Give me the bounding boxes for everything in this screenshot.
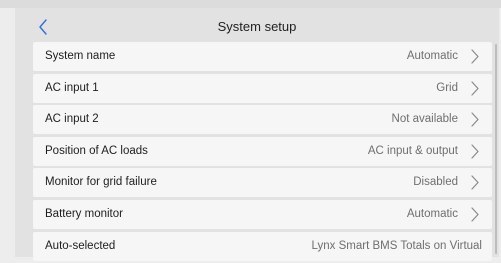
setting-row-battery-monitor[interactable]: Battery monitor Automatic bbox=[33, 199, 492, 229]
setting-label: Battery monitor bbox=[45, 207, 123, 220]
setting-value: Disabled bbox=[413, 176, 458, 189]
chevron-right-icon bbox=[471, 80, 479, 96]
chevron-right-icon bbox=[471, 144, 479, 159]
setting-row-system-name[interactable]: System name Automatic bbox=[33, 42, 492, 71]
page-title: System setup bbox=[217, 19, 297, 34]
chevron-right-icon bbox=[471, 175, 479, 190]
settings-list: System name Automatic AC input 1 Grid AC… bbox=[33, 42, 492, 263]
setting-value: Not available bbox=[391, 113, 458, 126]
setting-value: Automatic bbox=[406, 207, 458, 220]
setting-value: Grid bbox=[436, 81, 458, 94]
setting-row-ac-input-1[interactable]: AC input 1 Grid bbox=[33, 73, 492, 103]
scrollbar[interactable] bbox=[495, 44, 497, 254]
setting-label: Position of AC loads bbox=[45, 144, 148, 157]
setting-value: Lynx Smart BMS Totals on Virtual bbox=[311, 239, 482, 252]
setting-value: Automatic bbox=[406, 50, 458, 62]
setting-row-auto-selected: Auto-selected Lynx Smart BMS Totals on V… bbox=[33, 231, 492, 261]
setting-value: AC input & output bbox=[367, 144, 458, 157]
setting-label: System name bbox=[45, 50, 116, 62]
setting-row-ac-input-2[interactable]: AC input 2 Not available bbox=[33, 105, 492, 135]
setting-label: AC input 2 bbox=[45, 113, 99, 126]
back-button[interactable] bbox=[32, 14, 54, 40]
setting-row-monitor-for-grid-failure[interactable]: Monitor for grid failure Disabled bbox=[33, 168, 492, 198]
chevron-right-icon bbox=[471, 207, 479, 222]
setting-label: Auto-selected bbox=[45, 239, 116, 252]
chevron-left-icon bbox=[39, 19, 47, 35]
chevron-right-icon bbox=[471, 112, 479, 127]
setting-row-position-of-ac-loads[interactable]: Position of AC loads AC input & output bbox=[33, 136, 492, 166]
top-strip bbox=[0, 0, 501, 8]
chevron-right-icon bbox=[471, 49, 479, 64]
header: System setup bbox=[15, 14, 499, 40]
screen: System setup System name Automatic AC in… bbox=[0, 0, 501, 261]
setting-label: AC input 1 bbox=[45, 81, 99, 94]
setting-label: Monitor for grid failure bbox=[45, 176, 157, 189]
